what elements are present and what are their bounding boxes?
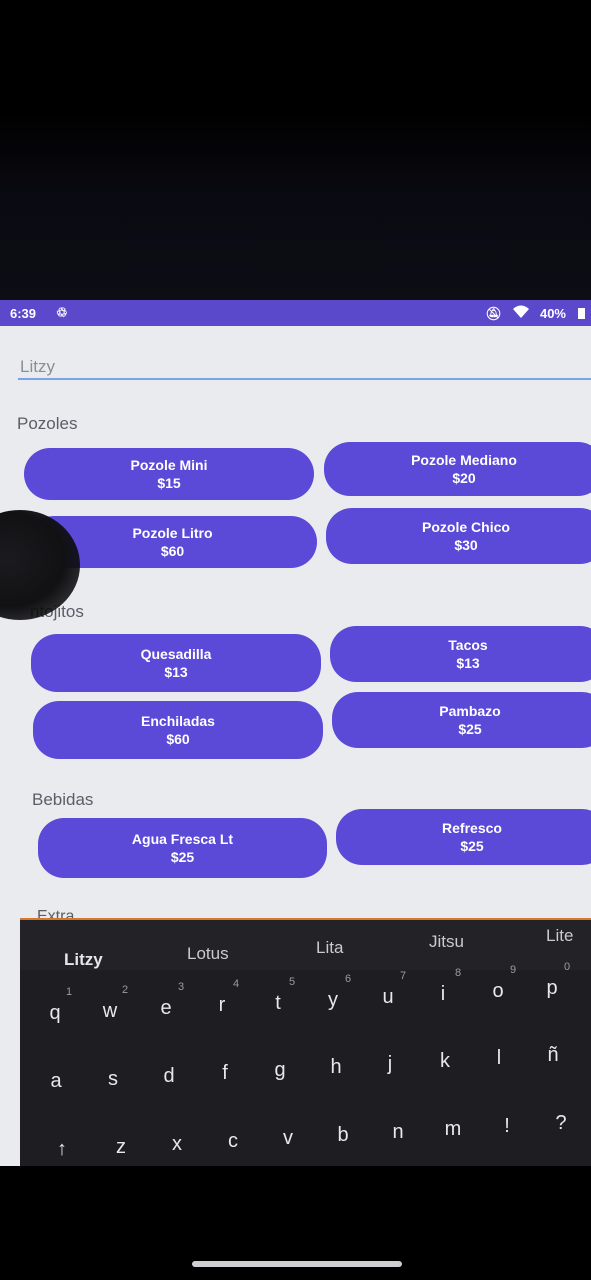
item-button-pozole-chico[interactable]: Pozole Chico $30 xyxy=(326,508,591,564)
item-name: Pozole Mediano xyxy=(411,452,517,468)
key-a[interactable]: a xyxy=(41,1070,71,1093)
item-price: $25 xyxy=(458,721,482,737)
key-hint: 4 xyxy=(233,978,240,990)
item-button-pozole-mini[interactable]: Pozole Mini $15 xyxy=(24,448,314,500)
mute-icon: 🔕︎ xyxy=(485,305,502,321)
key-m[interactable]: m xyxy=(438,1118,468,1141)
battery-icon xyxy=(578,308,585,319)
suggestion-item[interactable]: Jitsu xyxy=(429,932,464,952)
battery-level: 40% xyxy=(539,306,566,321)
key-l[interactable]: l xyxy=(484,1047,514,1070)
suggestion-item[interactable]: Litzy xyxy=(64,950,103,970)
key-b[interactable]: b xyxy=(328,1124,358,1147)
key-exclamation[interactable]: ! xyxy=(492,1115,522,1138)
key-p[interactable]: p xyxy=(537,977,567,1000)
section-title-pozoles: Pozoles xyxy=(17,414,78,433)
item-price: $13 xyxy=(164,664,188,680)
key-hint: 9 xyxy=(510,964,517,976)
item-name: Pambazo xyxy=(439,703,501,719)
key-hint: 0 xyxy=(564,961,571,973)
key-j[interactable]: j xyxy=(375,1053,405,1076)
soft-keyboard: Litzy Lotus Lita Jitsu Lite 1 q 2 w 3 e … xyxy=(20,918,591,1166)
key-hint: 6 xyxy=(345,973,352,985)
item-price: $25 xyxy=(460,838,484,854)
status-time: 6:39 xyxy=(10,306,37,321)
shift-key[interactable]: ↑ xyxy=(47,1138,77,1161)
section-title-bebidas: Bebidas xyxy=(32,790,94,809)
item-price: $13 xyxy=(456,655,480,671)
key-r[interactable]: r xyxy=(207,994,237,1017)
key-q[interactable]: q xyxy=(40,1002,70,1025)
home-indicator[interactable] xyxy=(192,1261,402,1267)
item-price: $60 xyxy=(166,731,190,747)
item-button-pozole-mediano[interactable]: Pozole Mediano $20 xyxy=(324,442,591,496)
key-hint: 1 xyxy=(66,986,73,998)
key-n-tilde[interactable]: ñ xyxy=(538,1044,568,1067)
key-hint: 2 xyxy=(122,984,129,996)
key-i[interactable]: i xyxy=(428,983,458,1006)
key-hint: 8 xyxy=(455,967,462,979)
item-price: $15 xyxy=(157,475,181,491)
key-y[interactable]: y xyxy=(318,989,348,1012)
key-k[interactable]: k xyxy=(430,1050,460,1073)
item-name: Pozole Litro xyxy=(132,525,213,541)
item-name: Enchiladas xyxy=(141,713,215,729)
key-n[interactable]: n xyxy=(383,1121,413,1144)
item-name: Quesadilla xyxy=(140,646,212,662)
key-h[interactable]: h xyxy=(321,1056,351,1079)
item-name: Agua Fresca Lt xyxy=(131,831,234,847)
key-w[interactable]: w xyxy=(95,1000,125,1023)
item-name: Refresco xyxy=(442,820,502,836)
key-o[interactable]: o xyxy=(483,980,513,1003)
key-g[interactable]: g xyxy=(265,1059,295,1082)
key-hint: 5 xyxy=(289,976,296,988)
item-button-tacos[interactable]: Tacos $13 xyxy=(330,626,591,682)
key-hint: 7 xyxy=(400,970,407,982)
item-button-refresco[interactable]: Refresco $25 xyxy=(336,809,591,865)
item-button-quesadilla[interactable]: Quesadilla $13 xyxy=(31,634,321,692)
key-f[interactable]: f xyxy=(210,1062,240,1085)
status-right: 🔕︎ 40% xyxy=(485,305,585,322)
suggestion-item[interactable]: Lotus xyxy=(187,944,229,964)
key-s[interactable]: s xyxy=(98,1068,128,1091)
key-v[interactable]: v xyxy=(273,1127,303,1150)
item-button-pambazo[interactable]: Pambazo $25 xyxy=(332,692,591,748)
key-question[interactable]: ? xyxy=(546,1112,576,1135)
suggestion-item[interactable]: Lita xyxy=(316,938,343,958)
key-e[interactable]: e xyxy=(151,997,181,1020)
wifi-icon xyxy=(512,305,530,322)
suggestion-item[interactable]: Lite xyxy=(546,926,573,946)
key-z[interactable]: z xyxy=(106,1136,136,1159)
suggestion-bar: Litzy Lotus Lita Jitsu Lite xyxy=(20,918,591,970)
key-t[interactable]: t xyxy=(263,992,293,1015)
key-x[interactable]: x xyxy=(162,1133,192,1156)
key-c[interactable]: c xyxy=(218,1130,248,1153)
item-price: $25 xyxy=(170,849,195,865)
notification-icon: ♲ xyxy=(56,305,68,320)
item-name: Pozole Mini xyxy=(130,457,208,473)
item-name: Tacos xyxy=(448,637,488,653)
key-d[interactable]: d xyxy=(154,1065,184,1088)
status-bar: 6:39 ♲ 🔕︎ 40% xyxy=(0,300,591,326)
item-price: $20 xyxy=(452,470,476,486)
item-button-agua-fresca[interactable]: Agua Fresca Lt $25 xyxy=(38,818,327,878)
item-price: $60 xyxy=(160,543,185,559)
customer-name-input[interactable] xyxy=(18,356,591,380)
item-name: Pozole Chico xyxy=(422,519,510,535)
item-button-enchiladas[interactable]: Enchiladas $60 xyxy=(33,701,323,759)
item-price: $30 xyxy=(454,537,478,553)
key-hint: 3 xyxy=(178,981,185,993)
key-u[interactable]: u xyxy=(373,986,403,1009)
dark-background-top xyxy=(0,0,591,300)
